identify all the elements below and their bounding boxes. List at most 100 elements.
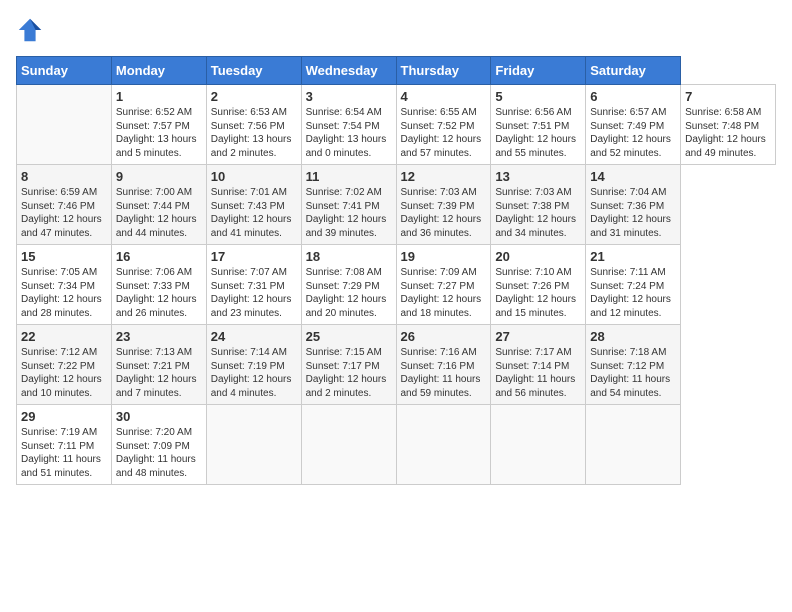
cell-info: Sunrise: 6:57 AMSunset: 7:49 PMDaylight:… — [590, 107, 671, 159]
calendar-cell — [491, 405, 586, 485]
day-number: 12 — [401, 169, 487, 184]
cell-info: Sunrise: 6:55 AMSunset: 7:52 PMDaylight:… — [401, 107, 482, 159]
cell-info: Sunrise: 6:58 AMSunset: 7:48 PMDaylight:… — [685, 107, 766, 159]
cell-info: Sunrise: 7:04 AMSunset: 7:36 PMDaylight:… — [590, 187, 671, 239]
calendar-cell: 10Sunrise: 7:01 AMSunset: 7:43 PMDayligh… — [206, 165, 301, 245]
cell-info: Sunrise: 7:09 AMSunset: 7:27 PMDaylight:… — [401, 267, 482, 319]
calendar-cell: 27 Sunrise: 7:17 AMSunset: 7:14 PMDayligh… — [491, 325, 586, 405]
calendar-cell: 25Sunrise: 7:15 AMSunset: 7:17 PMDayligh… — [301, 325, 396, 405]
day-number: 18 — [306, 249, 392, 264]
calendar-cell: 19 Sunrise: 7:09 AMSunset: 7:27 PMDayligh… — [396, 245, 491, 325]
day-header-sunday: Sunday — [17, 57, 112, 85]
day-number: 3 — [306, 89, 392, 104]
day-number: 24 — [211, 329, 297, 344]
day-number: 22 — [21, 329, 107, 344]
day-number: 23 — [116, 329, 202, 344]
day-number: 8 — [21, 169, 107, 184]
calendar-cell: 5 Sunrise: 6:56 AMSunset: 7:51 PMDaylight… — [491, 85, 586, 165]
day-number: 25 — [306, 329, 392, 344]
cell-info: Sunrise: 7:06 AMSunset: 7:33 PMDaylight:… — [116, 267, 197, 319]
calendar-cell: 28 Sunrise: 7:18 AMSunset: 7:12 PMDayligh… — [586, 325, 681, 405]
cell-info: Sunrise: 6:53 AMSunset: 7:56 PMDaylight:… — [211, 107, 292, 159]
cell-info: Sunrise: 7:16 AMSunset: 7:16 PMDaylight:… — [401, 347, 481, 399]
calendar-cell: 13 Sunrise: 7:03 AMSunset: 7:38 PMDayligh… — [491, 165, 586, 245]
calendar-cell: 24 Sunrise: 7:14 AMSunset: 7:19 PMDayligh… — [206, 325, 301, 405]
cell-info: Sunrise: 6:56 AMSunset: 7:51 PMDaylight:… — [495, 107, 576, 159]
cell-info: Sunrise: 7:19 AMSunset: 7:11 PMDaylight:… — [21, 427, 101, 479]
day-number: 20 — [495, 249, 581, 264]
cell-info: Sunrise: 7:00 AMSunset: 7:44 PMDaylight:… — [116, 187, 197, 239]
day-number: 30 — [116, 409, 202, 424]
calendar-cell: 15Sunrise: 7:05 AMSunset: 7:34 PMDayligh… — [17, 245, 112, 325]
cell-info: Sunrise: 6:54 AMSunset: 7:54 PMDaylight:… — [306, 107, 387, 159]
cell-info: Sunrise: 7:10 AMSunset: 7:26 PMDaylight:… — [495, 267, 576, 319]
day-number: 27 — [495, 329, 581, 344]
cell-info: Sunrise: 7:14 AMSunset: 7:19 PMDaylight:… — [211, 347, 292, 399]
calendar-cell: 7 Sunrise: 6:58 AMSunset: 7:48 PMDaylight… — [681, 85, 776, 165]
day-number: 4 — [401, 89, 487, 104]
day-number: 17 — [211, 249, 297, 264]
cell-info: Sunrise: 7:05 AMSunset: 7:34 PMDaylight:… — [21, 267, 102, 319]
calendar-cell — [396, 405, 491, 485]
calendar-table: SundayMondayTuesdayWednesdayThursdayFrid… — [16, 56, 776, 485]
day-number: 6 — [590, 89, 676, 104]
cell-info: Sunrise: 7:08 AMSunset: 7:29 PMDaylight:… — [306, 267, 387, 319]
day-number: 16 — [116, 249, 202, 264]
calendar-cell: 21 Sunrise: 7:11 AMSunset: 7:24 PMDayligh… — [586, 245, 681, 325]
calendar-cell: 29 Sunrise: 7:19 AMSunset: 7:11 PMDayligh… — [17, 405, 112, 485]
calendar-cell — [301, 405, 396, 485]
day-number: 28 — [590, 329, 676, 344]
calendar-cell: 12 Sunrise: 7:03 AMSunset: 7:39 PMDayligh… — [396, 165, 491, 245]
calendar-cell: 18 Sunrise: 7:08 AMSunset: 7:29 PMDayligh… — [301, 245, 396, 325]
cell-info: Sunrise: 7:13 AMSunset: 7:21 PMDaylight:… — [116, 347, 197, 399]
calendar-cell: 20 Sunrise: 7:10 AMSunset: 7:26 PMDayligh… — [491, 245, 586, 325]
cell-info: Sunrise: 6:59 AMSunset: 7:46 PMDaylight:… — [21, 187, 102, 239]
calendar-cell: 6 Sunrise: 6:57 AMSunset: 7:49 PMDaylight… — [586, 85, 681, 165]
calendar-cell: 22Sunrise: 7:12 AMSunset: 7:22 PMDayligh… — [17, 325, 112, 405]
calendar-cell: 1 Sunrise: 6:52 AMSunset: 7:57 PMDaylight… — [111, 85, 206, 165]
cell-info: Sunrise: 7:18 AMSunset: 7:12 PMDaylight:… — [590, 347, 670, 399]
calendar-week-row: 8 Sunrise: 6:59 AMSunset: 7:46 PMDaylight… — [17, 165, 776, 245]
day-number: 11 — [306, 169, 392, 184]
calendar-week-row: 22Sunrise: 7:12 AMSunset: 7:22 PMDayligh… — [17, 325, 776, 405]
cell-info: Sunrise: 7:03 AMSunset: 7:39 PMDaylight:… — [401, 187, 482, 239]
cell-info: Sunrise: 7:01 AMSunset: 7:43 PMDaylight:… — [211, 187, 292, 239]
calendar-cell: 17 Sunrise: 7:07 AMSunset: 7:31 PMDayligh… — [206, 245, 301, 325]
calendar-week-row: 29 Sunrise: 7:19 AMSunset: 7:11 PMDayligh… — [17, 405, 776, 485]
day-header-friday: Friday — [491, 57, 586, 85]
day-number: 1 — [116, 89, 202, 104]
page-header — [16, 16, 776, 44]
day-number: 2 — [211, 89, 297, 104]
logo — [16, 16, 48, 44]
cell-info: Sunrise: 6:52 AMSunset: 7:57 PMDaylight:… — [116, 107, 197, 159]
cell-info: Sunrise: 7:11 AMSunset: 7:24 PMDaylight:… — [590, 267, 671, 319]
day-number: 19 — [401, 249, 487, 264]
calendar-cell: 14 Sunrise: 7:04 AMSunset: 7:36 PMDayligh… — [586, 165, 681, 245]
day-number: 13 — [495, 169, 581, 184]
calendar-cell: 3 Sunrise: 6:54 AMSunset: 7:54 PMDaylight… — [301, 85, 396, 165]
calendar-cell: 11 Sunrise: 7:02 AMSunset: 7:41 PMDayligh… — [301, 165, 396, 245]
calendar-cell: 23 Sunrise: 7:13 AMSunset: 7:21 PMDayligh… — [111, 325, 206, 405]
calendar-cell: 8 Sunrise: 6:59 AMSunset: 7:46 PMDaylight… — [17, 165, 112, 245]
calendar-week-row: 1 Sunrise: 6:52 AMSunset: 7:57 PMDaylight… — [17, 85, 776, 165]
cell-info: Sunrise: 7:02 AMSunset: 7:41 PMDaylight:… — [306, 187, 387, 239]
calendar-cell — [586, 405, 681, 485]
cell-info: Sunrise: 7:17 AMSunset: 7:14 PMDaylight:… — [495, 347, 575, 399]
day-header-saturday: Saturday — [586, 57, 681, 85]
calendar-cell: 9Sunrise: 7:00 AMSunset: 7:44 PMDaylight… — [111, 165, 206, 245]
day-number: 26 — [401, 329, 487, 344]
calendar-cell — [17, 85, 112, 165]
day-header-tuesday: Tuesday — [206, 57, 301, 85]
day-number: 29 — [21, 409, 107, 424]
calendar-cell: 16 Sunrise: 7:06 AMSunset: 7:33 PMDayligh… — [111, 245, 206, 325]
cell-info: Sunrise: 7:07 AMSunset: 7:31 PMDaylight:… — [211, 267, 292, 319]
calendar-cell: 4 Sunrise: 6:55 AMSunset: 7:52 PMDaylight… — [396, 85, 491, 165]
calendar-cell: 2 Sunrise: 6:53 AMSunset: 7:56 PMDaylight… — [206, 85, 301, 165]
day-number: 7 — [685, 89, 771, 104]
calendar-cell: 30Sunrise: 7:20 AMSunset: 7:09 PMDayligh… — [111, 405, 206, 485]
day-number: 21 — [590, 249, 676, 264]
cell-info: Sunrise: 7:03 AMSunset: 7:38 PMDaylight:… — [495, 187, 576, 239]
day-number: 14 — [590, 169, 676, 184]
calendar-cell: 26 Sunrise: 7:16 AMSunset: 7:16 PMDayligh… — [396, 325, 491, 405]
day-number: 5 — [495, 89, 581, 104]
